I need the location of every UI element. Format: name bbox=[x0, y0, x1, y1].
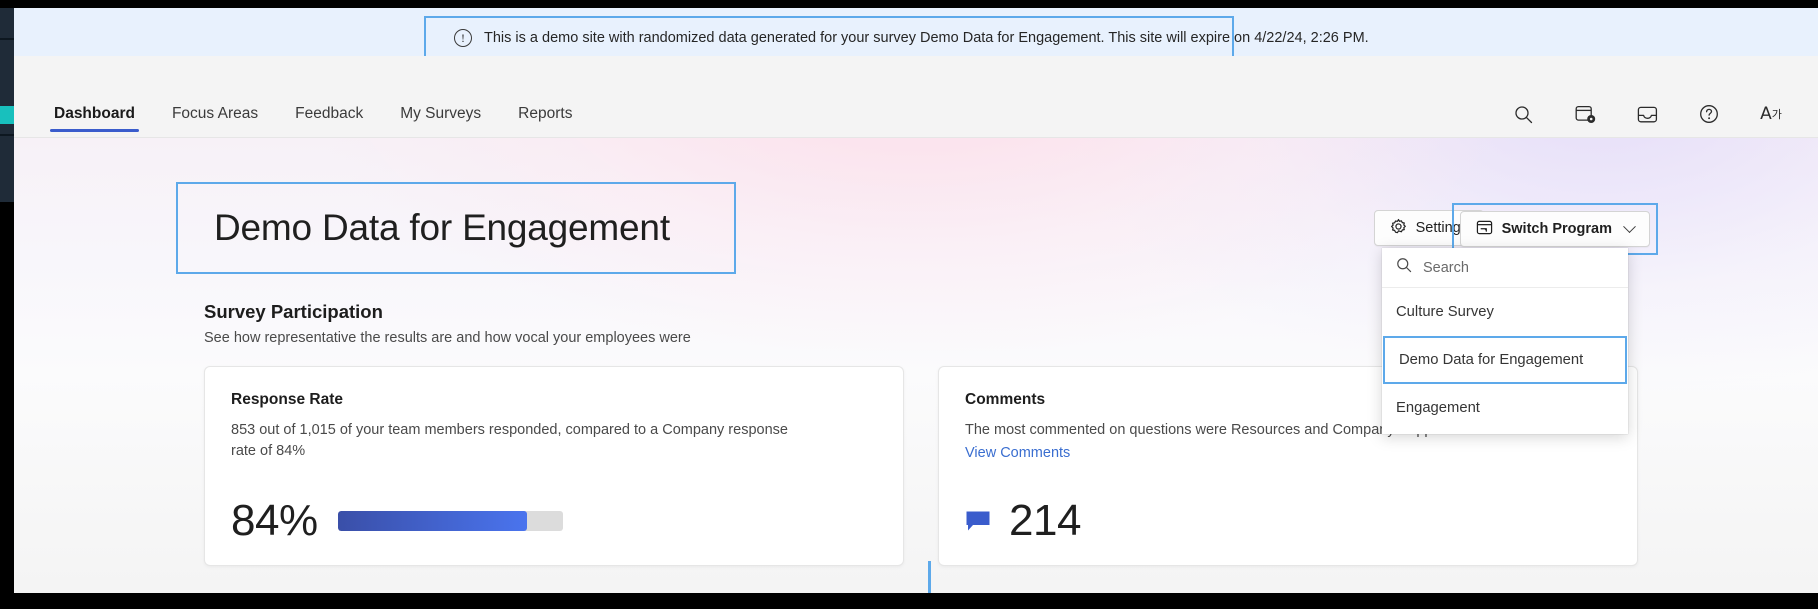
gear-icon bbox=[1390, 218, 1407, 239]
chevron-down-icon bbox=[1623, 220, 1636, 233]
nav-item-dashboard[interactable]: Dashboard bbox=[54, 105, 135, 137]
dropdown-item-demo-data-for-engagement[interactable]: Demo Data for Engagement bbox=[1383, 336, 1627, 384]
search-icon bbox=[1396, 257, 1412, 278]
switch-program-button[interactable]: Switch Program bbox=[1460, 211, 1650, 247]
dropdown-search-row[interactable] bbox=[1382, 248, 1628, 288]
dropdown-search-input[interactable] bbox=[1423, 260, 1614, 276]
translate-glyph-ga: 가 bbox=[1772, 109, 1782, 120]
response-rate-title: Response Rate bbox=[231, 391, 877, 409]
nav-item-reports[interactable]: Reports bbox=[518, 105, 572, 137]
info-circle-icon: ! bbox=[454, 29, 472, 47]
survey-participation-section-header: Survey Participation See how representat… bbox=[204, 301, 691, 346]
dropdown-item-label: Demo Data for Engagement bbox=[1399, 352, 1583, 368]
demo-banner: ! This is a demo site with randomized da… bbox=[424, 16, 1234, 60]
nav-item-label: Feedback bbox=[295, 105, 363, 122]
nav-links: Dashboard Focus Areas Feedback My Survey… bbox=[54, 93, 609, 137]
nav-item-label: Reports bbox=[518, 105, 572, 122]
search-icon[interactable] bbox=[1510, 101, 1536, 127]
nav-item-feedback[interactable]: Feedback bbox=[295, 105, 363, 137]
rail-accent-marker bbox=[0, 106, 14, 124]
section-subtitle: See how representative the results are a… bbox=[204, 330, 691, 346]
nav-item-label: Dashboard bbox=[54, 105, 135, 122]
translate-glyph-a: A bbox=[1760, 106, 1772, 123]
dropdown-item-culture-survey[interactable]: Culture Survey bbox=[1382, 288, 1628, 336]
switch-program-label: Switch Program bbox=[1502, 221, 1612, 237]
demo-banner-band: ! This is a demo site with randomized da… bbox=[14, 8, 1818, 56]
calendar-settings-icon[interactable] bbox=[1572, 101, 1598, 127]
switch-program-dropdown: Culture Survey Demo Data for Engagement … bbox=[1382, 248, 1628, 434]
dropdown-item-engagement[interactable]: Engagement bbox=[1382, 384, 1628, 432]
main-content: Demo Data for Engagement Settings bbox=[14, 138, 1818, 593]
response-rate-value: 84% bbox=[231, 499, 318, 543]
comment-bubble-icon bbox=[965, 509, 991, 533]
response-rate-description: 853 out of 1,015 of your team members re… bbox=[231, 420, 791, 462]
help-icon[interactable] bbox=[1696, 101, 1722, 127]
response-rate-progress-bar bbox=[338, 511, 563, 531]
nav-item-focus-areas[interactable]: Focus Areas bbox=[172, 105, 258, 137]
view-comments-link[interactable]: View Comments bbox=[965, 445, 1070, 461]
page-title-container[interactable]: Demo Data for Engagement bbox=[176, 182, 736, 274]
section-title: Survey Participation bbox=[204, 301, 691, 323]
nav-icon-group: A가 bbox=[1510, 101, 1784, 127]
dropdown-item-label: Culture Survey bbox=[1396, 304, 1494, 320]
page-title: Demo Data for Engagement bbox=[214, 207, 670, 249]
browser-left-rail bbox=[0, 8, 14, 202]
demo-banner-text: This is a demo site with randomized data… bbox=[484, 30, 1369, 46]
comments-count: 214 bbox=[1009, 499, 1081, 543]
dropdown-item-label: Engagement bbox=[1396, 400, 1480, 416]
app-window: ! This is a demo site with randomized da… bbox=[0, 0, 1818, 609]
response-rate-card: Response Rate 853 out of 1,015 of your t… bbox=[204, 366, 904, 566]
top-navigation-bar: Dashboard Focus Areas Feedback My Survey… bbox=[14, 56, 1818, 138]
response-rate-progress-fill bbox=[338, 511, 527, 531]
nav-item-label: Focus Areas bbox=[172, 105, 258, 122]
focus-caret-marker bbox=[928, 561, 931, 593]
comments-count-row: 214 bbox=[965, 499, 1081, 543]
switch-program-icon bbox=[1476, 219, 1493, 240]
translate-icon[interactable]: A가 bbox=[1758, 101, 1784, 127]
response-rate-value-row: 84% bbox=[231, 499, 563, 543]
nav-item-my-surveys[interactable]: My Surveys bbox=[400, 105, 481, 137]
nav-item-label: My Surveys bbox=[400, 105, 481, 122]
inbox-icon[interactable] bbox=[1634, 101, 1660, 127]
